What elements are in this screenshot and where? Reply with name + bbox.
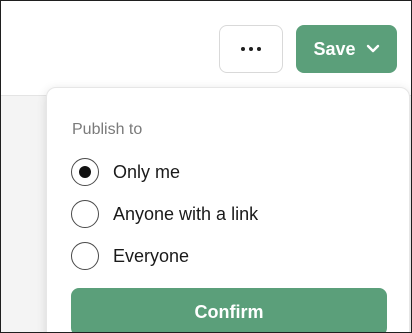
publish-to-label: Publish to	[72, 121, 143, 138]
save-button-label: Save	[313, 38, 356, 59]
confirm-button-label: Confirm	[194, 301, 264, 322]
option-anyone-with-link-label: Anyone with a link	[113, 203, 259, 224]
radio-selected-dot	[79, 166, 91, 178]
publish-dropdown: Publish to Only me Anyone with a link Ev…	[46, 87, 410, 332]
option-only-me[interactable]: Only me	[71, 158, 180, 186]
option-only-me-label: Only me	[113, 161, 181, 182]
more-options-button[interactable]	[219, 25, 283, 73]
window-frame: Save Publish to Only me Anyone with a li…	[0, 0, 412, 333]
ellipsis-icon	[241, 47, 261, 51]
option-everyone[interactable]: Everyone	[71, 242, 189, 270]
radio-everyone[interactable]	[71, 242, 99, 270]
chevron-down-icon	[366, 44, 379, 53]
option-everyone-label: Everyone	[113, 245, 190, 266]
save-button[interactable]: Save	[296, 25, 397, 73]
radio-anyone-with-link[interactable]	[71, 200, 99, 228]
radio-only-me[interactable]	[71, 158, 99, 186]
confirm-button[interactable]: Confirm	[71, 288, 387, 332]
option-anyone-with-link[interactable]: Anyone with a link	[71, 200, 258, 228]
